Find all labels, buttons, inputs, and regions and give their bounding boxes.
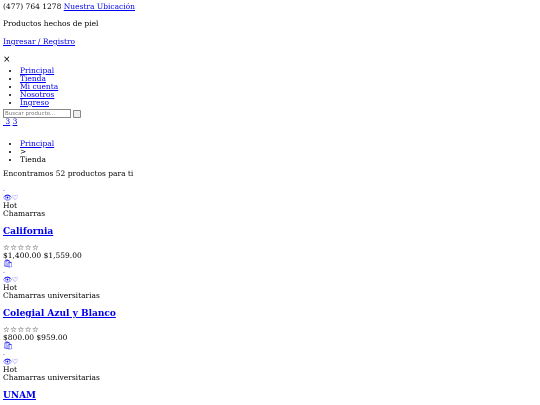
product-card: . 👁♡ Hot Chamarras universitarias UNAM — [3, 350, 537, 401]
results-count: Encontramos 52 productos para ti — [3, 169, 134, 178]
menu-item-nosotros: Nosotros — [20, 91, 537, 99]
wishlist-count: 3 — [5, 117, 11, 126]
product-price-row: $1,400.00 $1,559.00 — [3, 252, 537, 260]
product-actions: 👁♡ — [3, 194, 537, 202]
product-card: . 👁♡ Hot Chamarras universitarias Colegi… — [3, 268, 537, 350]
menu-item-mi-cuenta: Mi cuenta — [20, 83, 537, 91]
product-actions: 👁♡ — [3, 276, 537, 284]
close-icon[interactable]: × — [3, 55, 537, 65]
main-menu: Principal Tienda Mi cuenta Nosotros Ingr… — [3, 67, 537, 107]
product-rating: ☆☆☆☆☆ — [3, 244, 537, 252]
product-category: Chamarras universitarias — [3, 373, 100, 382]
breadcrumb-item-home: Principal — [20, 140, 537, 148]
breadcrumb-current: Tienda — [20, 156, 537, 164]
menu-link-ingreso[interactable]: Ingreso — [20, 98, 49, 107]
menu-item-ingreso: Ingreso — [20, 99, 537, 107]
menu-item-tienda: Tienda — [20, 75, 537, 83]
wishlist-counter-link[interactable]: 3 — [3, 117, 10, 126]
phone-number: (477) 764 1278 — [3, 2, 62, 11]
product-badge: Hot — [3, 201, 18, 210]
cart-count: 3 — [12, 117, 18, 126]
product-card: . 👁♡ Hot Chamarras California ☆☆☆☆☆ $1,4… — [3, 186, 537, 268]
product-title: UNAM — [3, 391, 537, 401]
page: (477) 764 1278 Nuestra Ubicación Product… — [0, 0, 540, 403]
product-old-price: $959.00 — [36, 333, 68, 342]
product-rating: ☆☆☆☆☆ — [3, 326, 537, 334]
product-image-link[interactable]: . — [3, 350, 537, 358]
product-category: Chamarras universitarias — [3, 291, 100, 300]
product-title-link[interactable]: Colegial Azul y Blanco — [3, 309, 116, 319]
search-button[interactable] — [73, 109, 82, 118]
login-register-link[interactable]: Ingresar / Registro — [3, 37, 75, 46]
tagline: Productos hechos de piel — [3, 19, 99, 28]
product-actions: 👁♡ — [3, 358, 537, 366]
breadcrumb: Principal > Tienda — [3, 140, 537, 164]
product-title: California — [3, 227, 537, 237]
product-title-link[interactable]: UNAM — [3, 391, 36, 401]
product-old-price: $1,559.00 — [43, 251, 82, 260]
cart-icon[interactable]: 🛍 — [3, 260, 537, 268]
cart-counter-link[interactable]: 3 — [13, 117, 18, 126]
breadcrumb-separator: > — [20, 148, 537, 156]
product-title-link[interactable]: California — [3, 227, 53, 237]
location-link[interactable]: Nuestra Ubicación — [64, 2, 135, 11]
topbar: (477) 764 1278 Nuestra Ubicación — [3, 3, 537, 11]
product-price-row: $800.00 $959.00 — [3, 334, 537, 342]
product-title: Colegial Azul y Blanco — [3, 309, 537, 319]
cart-icon[interactable]: 🛍 — [3, 342, 537, 350]
product-image-link[interactable]: . — [3, 186, 537, 194]
menu-item-principal: Principal — [20, 67, 537, 75]
header-counters: 3 3 — [3, 118, 537, 126]
product-image-link[interactable]: . — [3, 268, 537, 276]
product-category: Chamarras — [3, 209, 46, 218]
search-form — [3, 109, 537, 118]
